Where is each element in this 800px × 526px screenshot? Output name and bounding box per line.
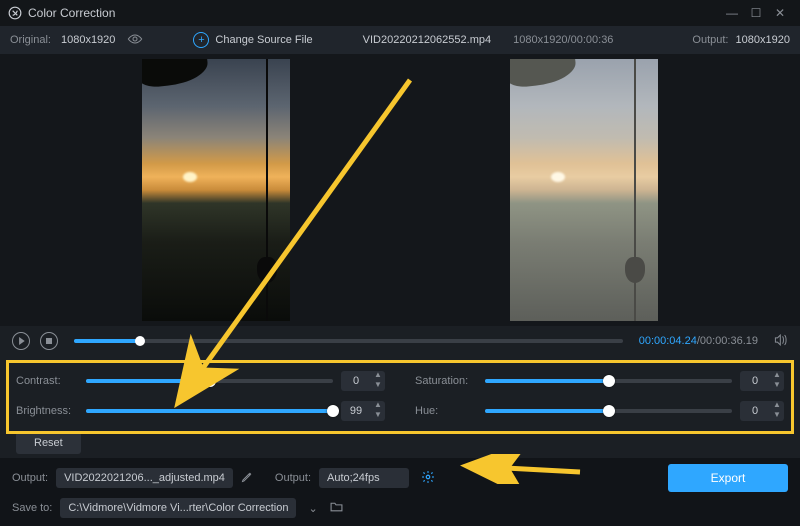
brightness-slider[interactable] — [86, 409, 333, 413]
maximize-button[interactable]: ☐ — [744, 6, 768, 20]
stop-button[interactable] — [40, 332, 58, 350]
timecode: 00:00:04.24/00:00:36.19 — [639, 335, 758, 347]
plus-icon: + — [193, 32, 209, 48]
saturation-value-box[interactable]: 0 ▲▼ — [740, 371, 784, 391]
browse-folder-icon[interactable] — [330, 501, 343, 515]
timeline-knob[interactable] — [135, 336, 145, 346]
source-info-bar: Original: 1080x1920 + Change Source File… — [0, 26, 800, 54]
brightness-value-box[interactable]: 99 ▲▼ — [341, 401, 385, 421]
close-button[interactable]: ✕ — [768, 6, 792, 20]
brightness-label: Brightness: — [16, 405, 78, 417]
brightness-step-down[interactable]: ▼ — [371, 411, 385, 421]
output-format-label: Output: — [275, 472, 311, 484]
minimize-button[interactable]: — — [720, 6, 744, 20]
source-dims-duration: 1080x1920/00:00:36 — [513, 34, 613, 46]
contrast-control: Contrast: 0 ▲▼ — [16, 366, 385, 396]
saturation-label: Saturation: — [415, 375, 477, 387]
output-name-label: Output: — [12, 472, 48, 484]
change-source-button[interactable]: + Change Source File — [193, 32, 312, 48]
output-format-value[interactable]: Auto;24fps — [319, 468, 409, 488]
output-settings-icon[interactable] — [421, 470, 435, 487]
volume-icon[interactable] — [774, 334, 788, 349]
brightness-control: Brightness: 99 ▲▼ — [16, 396, 385, 426]
saturation-control: Saturation: 0 ▲▼ — [415, 366, 784, 396]
rename-output-icon[interactable] — [241, 471, 253, 486]
save-path-dropdown-icon[interactable]: ⌄ — [304, 502, 321, 515]
output-label: Output: — [692, 34, 728, 46]
output-filename: VID2022021206..._adjusted.mp4 — [56, 468, 233, 488]
preview-adjusted — [510, 59, 658, 321]
timeline-fill — [74, 339, 140, 343]
transport-bar: 00:00:04.24/00:00:36.19 — [0, 326, 800, 356]
hue-value-box[interactable]: 0 ▲▼ — [740, 401, 784, 421]
output-dims: 1080x1920 — [736, 34, 790, 46]
original-label: Original: — [10, 34, 51, 46]
adjustment-panel: Contrast: 0 ▲▼ Saturation: 0 ▲▼ Brightne… — [0, 356, 800, 458]
play-button[interactable] — [12, 332, 30, 350]
original-dims: 1080x1920 — [61, 34, 115, 46]
hue-value: 0 — [740, 405, 770, 417]
app-logo-icon — [8, 6, 22, 20]
hue-label: Hue: — [415, 405, 477, 417]
reset-button[interactable]: Reset — [16, 432, 81, 454]
title-bar: Color Correction — ☐ ✕ — [0, 0, 800, 26]
saturation-value: 0 — [740, 375, 770, 387]
preview-toggle-icon[interactable] — [127, 33, 143, 48]
window-title: Color Correction — [28, 6, 115, 20]
saturation-slider[interactable] — [485, 379, 732, 383]
contrast-step-down[interactable]: ▼ — [371, 381, 385, 391]
contrast-label: Contrast: — [16, 375, 78, 387]
preview-area — [0, 54, 800, 326]
contrast-value-box[interactable]: 0 ▲▼ — [341, 371, 385, 391]
hue-control: Hue: 0 ▲▼ — [415, 396, 784, 426]
time-total: /00:00:36.19 — [697, 335, 758, 347]
saturation-step-down[interactable]: ▼ — [770, 381, 784, 391]
export-button[interactable]: Export — [668, 464, 788, 492]
contrast-value: 0 — [341, 375, 371, 387]
brightness-value: 99 — [341, 405, 371, 417]
preview-original — [142, 59, 290, 321]
contrast-slider[interactable] — [86, 379, 333, 383]
time-current: 00:00:04.24 — [639, 335, 697, 347]
save-path: C:\Vidmore\Vidmore Vi...rter\Color Corre… — [60, 498, 296, 518]
timeline-scrubber[interactable] — [74, 339, 623, 343]
source-filename: VID20220212062552.mp4 — [363, 34, 491, 46]
save-to-label: Save to: — [12, 502, 52, 514]
hue-slider[interactable] — [485, 409, 732, 413]
change-source-label: Change Source File — [215, 34, 312, 46]
hue-step-down[interactable]: ▼ — [770, 411, 784, 421]
